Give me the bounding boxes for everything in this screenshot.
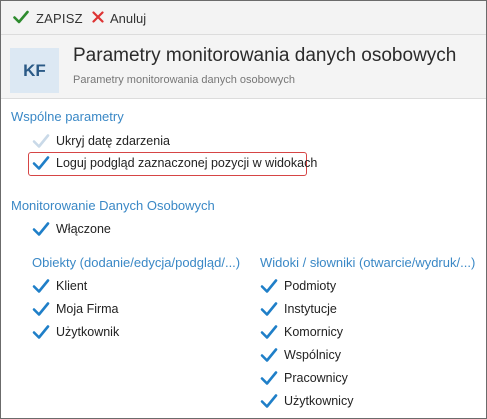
checkbox-enabled[interactable]: Włączone [32, 221, 111, 237]
checkbox-label: Użytkownicy [284, 394, 354, 408]
checkbox-object-klient[interactable]: Klient [32, 278, 87, 294]
checkmark-icon [32, 133, 50, 149]
checkbox-label: Włączone [56, 222, 111, 236]
section-monitoring-title: Monitorowanie Danych Osobowych [11, 198, 215, 213]
save-button-label: ZAPISZ [36, 10, 83, 26]
page-subtitle: Parametry monitorowania danych osobowych [73, 74, 295, 86]
cancel-button-label: Anuluj [110, 10, 147, 26]
checkmark-icon [260, 324, 278, 340]
checkbox-view-wspolnicy[interactable]: Wspólnicy [260, 347, 341, 363]
module-logo: KF [10, 48, 59, 93]
checkbox-label: Podmioty [284, 279, 337, 293]
checkbox-label: Pracownicy [284, 371, 348, 385]
checkbox-view-uzytkownicy[interactable]: Użytkownicy [260, 393, 353, 409]
checkbox-view-instytucje[interactable]: Instytucje [260, 301, 337, 317]
checkbox-label: Ukryj datę zdarzenia [56, 134, 170, 148]
page-header: KF Parametry monitorowania danych osobow… [1, 35, 486, 99]
checkbox-label: Instytucje [284, 302, 337, 316]
checkbox-view-podmioty[interactable]: Podmioty [260, 278, 336, 294]
page-title: Parametry monitorowania danych osobowych [73, 45, 457, 66]
save-button[interactable]: ZAPISZ [13, 1, 83, 35]
checkmark-icon [260, 301, 278, 317]
checkmark-icon [32, 324, 50, 340]
close-icon [92, 10, 104, 26]
section-common-title: Wspólne parametry [11, 109, 124, 124]
checkmark-icon [32, 155, 50, 171]
checkmark-icon [32, 301, 50, 317]
checkbox-hide-date[interactable]: Ukryj datę zdarzenia [32, 133, 170, 149]
checkbox-object-uzytkownik[interactable]: Użytkownik [32, 324, 119, 340]
checkbox-view-pracownicy[interactable]: Pracownicy [260, 370, 348, 386]
checkmark-icon [260, 370, 278, 386]
section-objects-title: Obiekty (dodanie/edycja/podgląd/...) [32, 255, 241, 270]
checkbox-object-moja-firma[interactable]: Moja Firma [32, 301, 119, 317]
window: ZAPISZ Anuluj KF Parametry monitorowania… [0, 0, 487, 419]
checkbox-log-preview[interactable]: Loguj podgląd zaznaczonej pozycji w wido… [32, 155, 317, 171]
checkmark-icon [260, 278, 278, 294]
checkmark-icon [13, 10, 29, 27]
checkbox-label: Moja Firma [56, 302, 119, 316]
checkmark-icon [260, 393, 278, 409]
checkbox-label: Klient [56, 279, 88, 293]
checkbox-label: Loguj podgląd zaznaczonej pozycji w wido… [56, 156, 318, 170]
checkbox-label: Komornicy [284, 325, 344, 339]
section-views-title: Widoki / słowniki (otwarcie/wydruk/...) [260, 255, 476, 270]
checkbox-label: Użytkownik [56, 325, 120, 339]
checkbox-view-komornicy[interactable]: Komornicy [260, 324, 343, 340]
checkmark-icon [32, 221, 50, 237]
checkmark-icon [32, 278, 50, 294]
checkmark-icon [260, 347, 278, 363]
checkbox-label: Wspólnicy [284, 348, 341, 362]
toolbar: ZAPISZ Anuluj [1, 1, 486, 35]
cancel-button[interactable]: Anuluj [92, 1, 146, 35]
